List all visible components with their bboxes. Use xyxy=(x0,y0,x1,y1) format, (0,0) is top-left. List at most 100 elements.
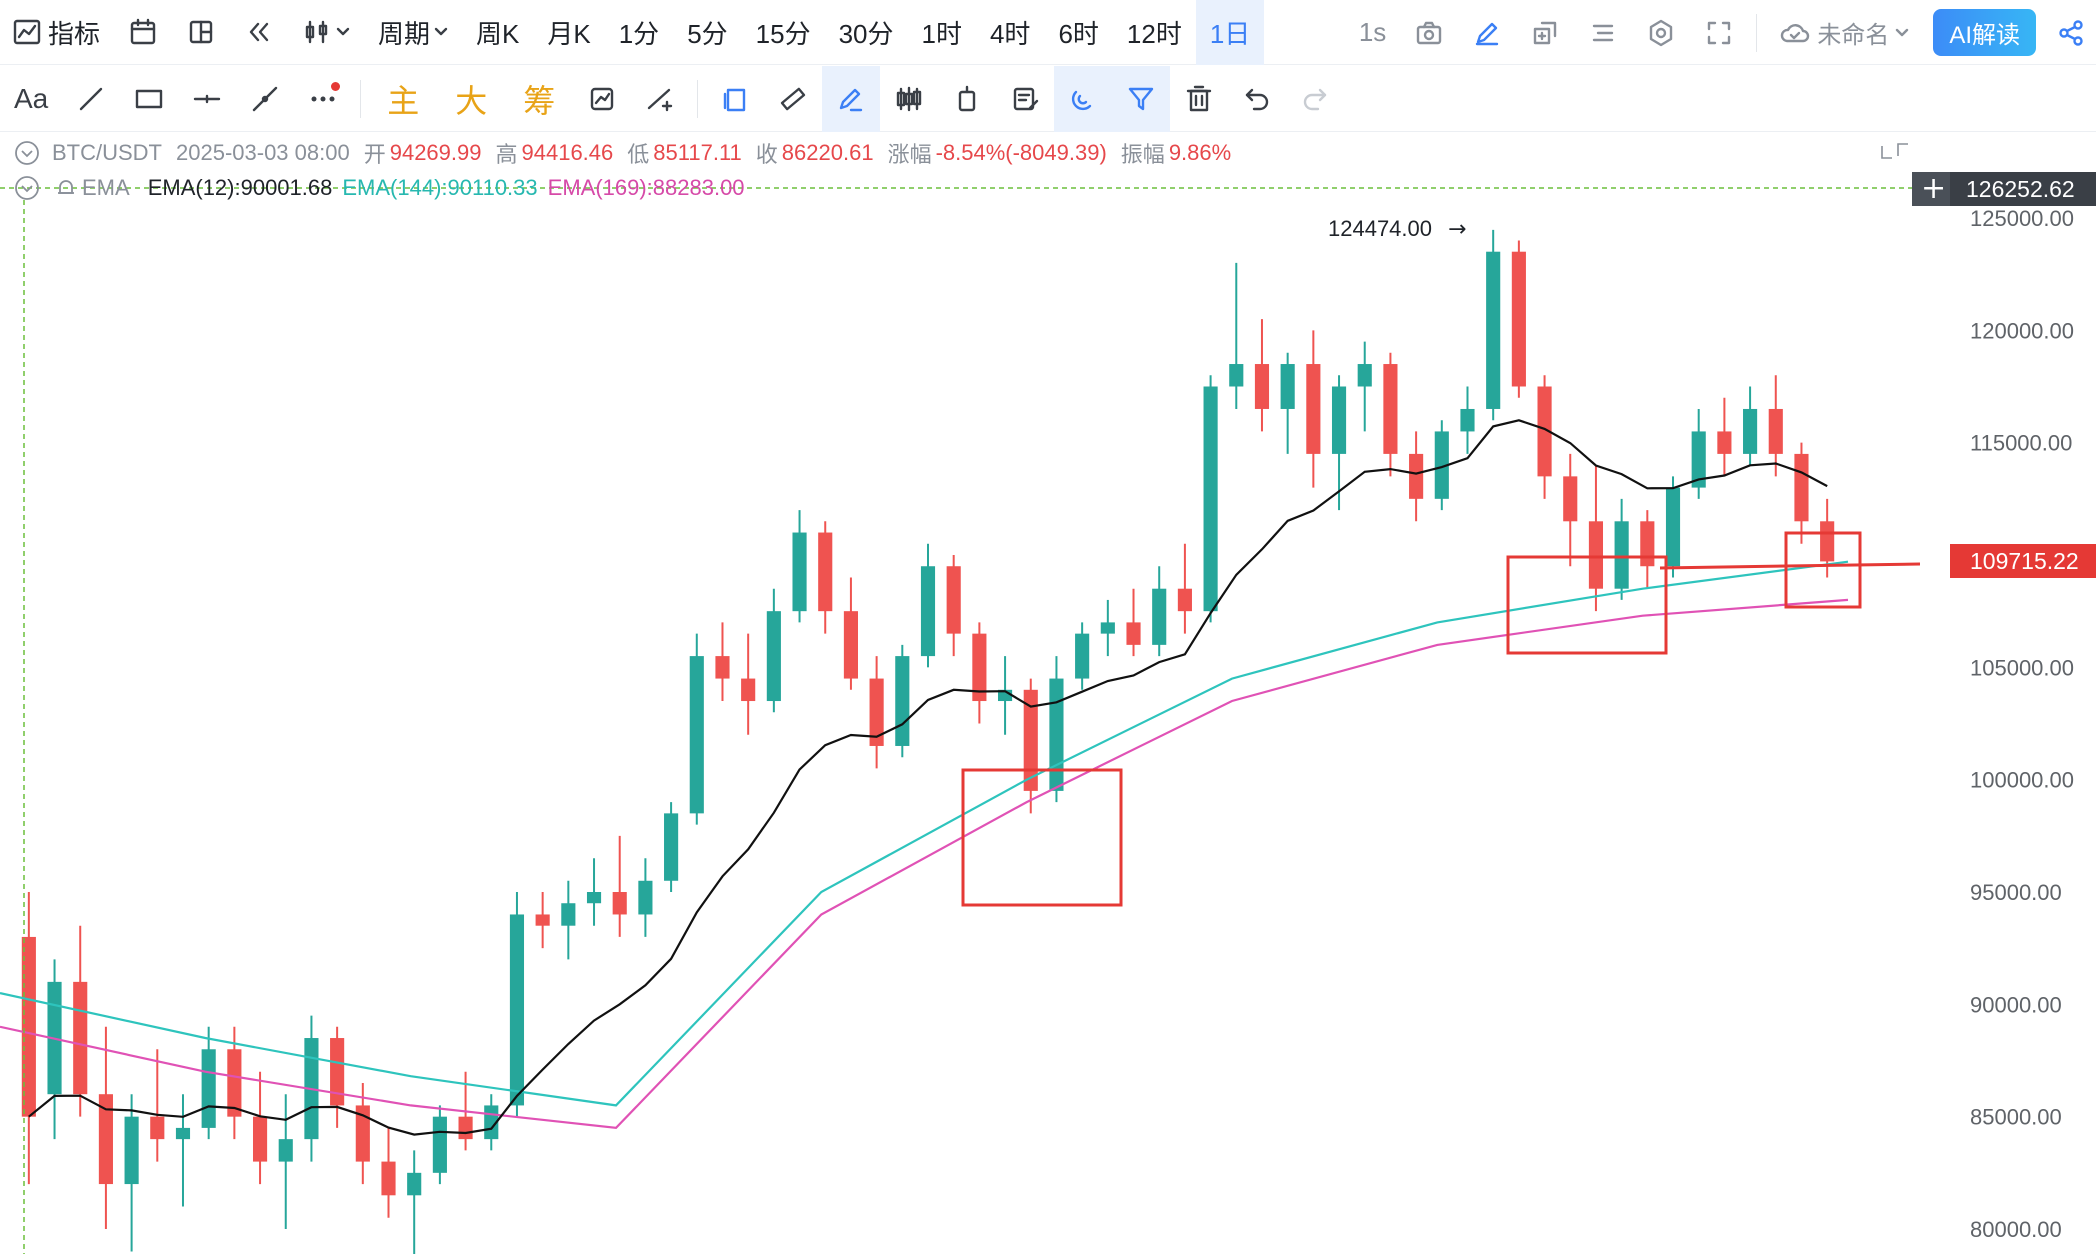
ema-info-row: EMA EMA(12):90001.68 EMA(144):90110.33 E… xyxy=(12,173,745,203)
candle-body xyxy=(1280,364,1295,409)
candle-body xyxy=(1820,521,1835,562)
current-price: 109715.22 xyxy=(1970,548,2079,574)
candle-body xyxy=(1640,521,1655,567)
candle-body xyxy=(946,566,961,634)
candle-body xyxy=(1357,364,1372,387)
candle-body xyxy=(1331,386,1347,454)
price-tick-label: 105000.00 xyxy=(1970,655,2074,680)
high-marker-label: 124474.00 xyxy=(1328,216,1432,241)
low-label: 低 xyxy=(627,142,650,167)
candle-body xyxy=(586,892,602,904)
candle-body xyxy=(1177,588,1192,612)
high-marker-arrow: → xyxy=(1448,217,1466,242)
candle-body xyxy=(175,1127,191,1140)
ohlc-info-row: BTC/USDT 2025-03-03 08:00 开 94269.99 高 9… xyxy=(12,137,1231,169)
ema-label: EMA xyxy=(82,175,130,200)
collapse-icon[interactable] xyxy=(12,173,42,203)
candle-body xyxy=(1588,521,1604,589)
annotation-line xyxy=(1659,562,1921,570)
candle-body xyxy=(1486,251,1501,409)
price-tick-label: 125000.00 xyxy=(1970,206,2074,231)
candle-body xyxy=(561,903,576,926)
candle-body xyxy=(1717,431,1732,454)
candle-body xyxy=(458,1116,473,1140)
annotation-box-1 xyxy=(961,768,1123,907)
candle-body xyxy=(843,611,858,679)
ema169-line xyxy=(0,598,1849,1130)
candle-body xyxy=(201,1049,216,1128)
candle-body xyxy=(509,914,525,1106)
amplitude-label: 振幅 xyxy=(1120,142,1165,167)
candle-body xyxy=(1254,364,1270,409)
candle-body xyxy=(432,1116,447,1173)
candle-body xyxy=(818,532,833,612)
candle-body xyxy=(252,1116,268,1162)
price-tick-label: 120000.00 xyxy=(1970,318,2074,343)
candle-body xyxy=(330,1038,345,1106)
candle-body xyxy=(1100,622,1115,634)
ema12-value: EMA(12):90001.68 xyxy=(147,175,333,200)
candle-body xyxy=(895,656,910,746)
amplitude-value: 9.86% xyxy=(1168,140,1232,165)
candle-body xyxy=(715,656,730,679)
price-tick-label: 115000.00 xyxy=(1970,431,2072,456)
candle-body xyxy=(766,611,781,702)
candle-body xyxy=(1126,622,1141,645)
high-value: 94416.46 xyxy=(521,140,614,165)
collapse-icon[interactable] xyxy=(12,138,42,168)
candle-body xyxy=(1306,364,1321,454)
ema12-line xyxy=(28,419,1828,1136)
candle-body xyxy=(124,1116,139,1185)
candle-body xyxy=(407,1172,422,1196)
expand-corner-icon xyxy=(1881,143,1908,159)
candle-body xyxy=(1075,633,1090,679)
bell-icon[interactable] xyxy=(54,176,78,200)
candle-body xyxy=(1768,408,1783,454)
candle-body xyxy=(1049,678,1064,791)
datetime-label: 2025-03-03 08:00 xyxy=(176,140,350,165)
candlestick-series xyxy=(21,229,1835,1254)
low-value: 85117.11 xyxy=(653,140,742,165)
candle-body xyxy=(1794,453,1809,522)
open-label: 开 xyxy=(363,142,386,167)
candle-body xyxy=(227,1049,242,1117)
candle-body xyxy=(381,1161,396,1196)
ema144-value: EMA(144):90110.33 xyxy=(342,175,538,200)
high-label: 高 xyxy=(495,142,518,167)
candle-body xyxy=(638,880,653,915)
close-label: 收 xyxy=(755,142,778,167)
candle-body xyxy=(278,1139,293,1162)
open-value: 94269.99 xyxy=(389,140,482,165)
candle-body xyxy=(920,566,936,657)
candle-body xyxy=(21,936,36,1117)
crosshair-price: 126252.62 xyxy=(1966,176,2075,202)
price-tick-label: 100000.00 xyxy=(1970,768,2074,793)
candle-body xyxy=(150,1116,165,1140)
candle-body xyxy=(689,656,704,814)
candle-body xyxy=(1383,364,1398,454)
close-value: 86220.61 xyxy=(781,140,874,165)
candle-body xyxy=(664,813,679,881)
candle-body xyxy=(741,678,756,702)
price-tick-label: 80000.00 xyxy=(1970,1217,2062,1242)
candle-body xyxy=(612,892,627,915)
price-tick-label: 90000.00 xyxy=(1970,992,2062,1017)
candle-body xyxy=(73,981,88,1095)
price-tick-label: 85000.00 xyxy=(1970,1105,2062,1130)
candle-body xyxy=(1409,453,1424,499)
ema169-value: EMA(169):88283.00 xyxy=(547,175,745,200)
candle-body xyxy=(1152,588,1167,645)
candle-body xyxy=(1460,408,1475,432)
symbol-label: BTC/USDT xyxy=(52,140,162,165)
candle-body xyxy=(1563,476,1578,522)
candle-body xyxy=(1614,521,1629,589)
candle-body xyxy=(1229,364,1244,387)
change-label: 涨幅 xyxy=(887,142,932,167)
candle-body xyxy=(1511,251,1526,387)
price-tick-label: 95000.00 xyxy=(1970,880,2062,905)
annotation-box-2 xyxy=(1506,555,1668,655)
plus-icon: + xyxy=(1921,171,1946,206)
candle-body xyxy=(535,914,550,926)
candle-body xyxy=(1203,386,1218,612)
price-axis: 125000.00120000.00115000.00110000.001050… xyxy=(1970,206,2074,1242)
